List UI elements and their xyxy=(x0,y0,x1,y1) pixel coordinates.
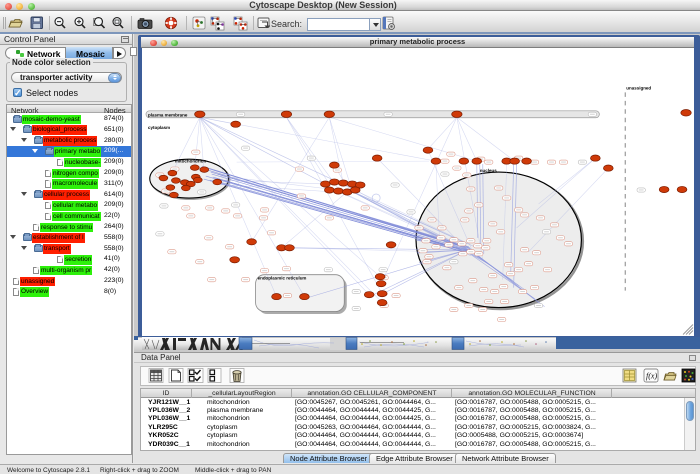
svg-text:nucleus: nucleus xyxy=(480,168,497,173)
svg-text:cytoplasm: cytoplasm xyxy=(148,125,170,130)
svg-text:plasma membrane: plasma membrane xyxy=(148,112,188,117)
svg-text:f(x): f(x) xyxy=(646,372,657,381)
svg-text:mitochondrion: mitochondrion xyxy=(175,159,207,164)
svg-text:endoplasmic reticulum: endoplasmic reticulum xyxy=(258,276,307,281)
svg-text:unassigned: unassigned xyxy=(626,85,651,90)
